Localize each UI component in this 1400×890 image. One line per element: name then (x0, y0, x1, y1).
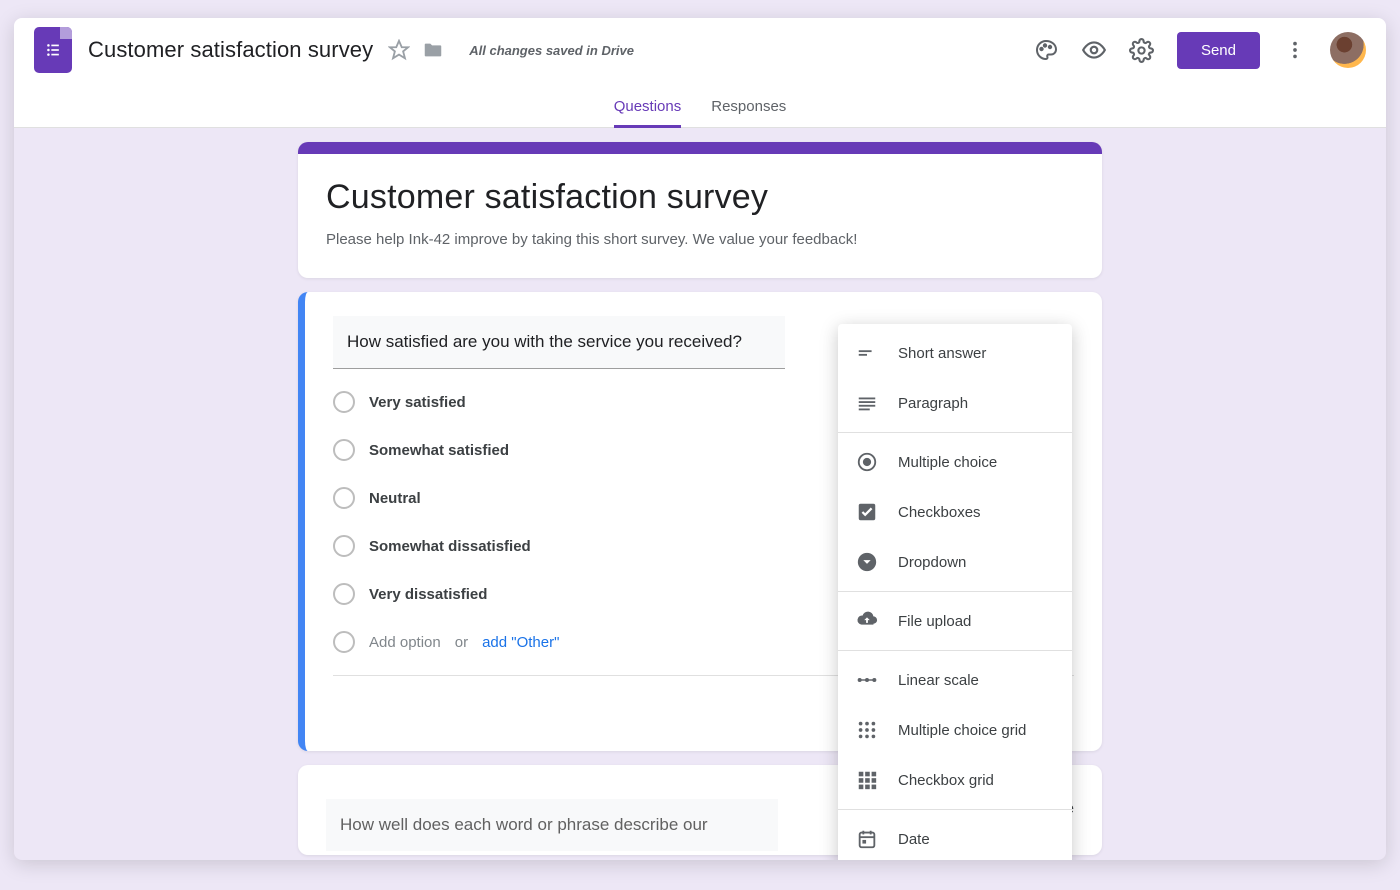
menu-item-dropdown[interactable]: Dropdown (838, 537, 1072, 587)
save-status: All changes saved in Drive (469, 43, 634, 58)
question-type-menu: Short answer Paragraph Multiple choice (838, 324, 1072, 860)
radio-icon (333, 535, 355, 557)
cb-grid-icon (856, 769, 878, 791)
form-header-card[interactable]: Customer satisfaction survey Please help… (298, 142, 1102, 278)
menu-item-cb-grid[interactable]: Checkbox grid (838, 755, 1072, 805)
option-label[interactable]: Somewhat satisfied (369, 442, 509, 459)
add-other-link[interactable]: add "Other" (482, 634, 559, 651)
tabs: Questions Responses (14, 82, 1386, 128)
dropdown-icon (856, 551, 878, 573)
menu-item-label: File upload (898, 613, 971, 630)
or-text: or (455, 634, 468, 651)
settings-icon[interactable] (1129, 37, 1155, 63)
top-bar: Customer satisfaction survey All changes… (14, 18, 1386, 128)
more-icon[interactable] (1282, 37, 1308, 63)
workspace: Customer satisfaction survey Please help… (14, 128, 1386, 860)
menu-item-checkboxes[interactable]: Checkboxes (838, 487, 1072, 537)
menu-item-linear-scale[interactable]: Linear scale (838, 655, 1072, 705)
add-option-text[interactable]: Add option (369, 634, 441, 651)
menu-item-label: Short answer (898, 345, 986, 362)
menu-item-multiple-choice[interactable]: Multiple choice (838, 437, 1072, 487)
avatar[interactable] (1330, 32, 1366, 68)
palette-icon[interactable] (1033, 37, 1059, 63)
multiple-choice-icon (856, 451, 878, 473)
question-input[interactable]: How well does each word or phrase descri… (326, 799, 778, 851)
menu-item-date[interactable]: Date (838, 814, 1072, 860)
send-button[interactable]: Send (1177, 32, 1260, 69)
star-icon[interactable] (387, 38, 411, 62)
menu-item-short-answer[interactable]: Short answer (838, 328, 1072, 378)
checkboxes-icon (856, 501, 878, 523)
radio-icon (333, 583, 355, 605)
forms-logo-icon[interactable] (34, 27, 72, 73)
menu-item-label: Dropdown (898, 554, 966, 571)
paragraph-icon (856, 392, 878, 414)
option-label[interactable]: Very dissatisfied (369, 586, 487, 603)
menu-item-mc-grid[interactable]: Multiple choice grid (838, 705, 1072, 755)
option-label[interactable]: Very satisfied (369, 394, 466, 411)
radio-icon (333, 487, 355, 509)
form-description[interactable]: Please help Ink-42 improve by taking thi… (326, 231, 1074, 248)
menu-item-label: Checkbox grid (898, 772, 994, 789)
preview-icon[interactable] (1081, 37, 1107, 63)
document-title[interactable]: Customer satisfaction survey (88, 37, 373, 63)
folder-icon[interactable] (421, 38, 445, 62)
radio-icon (333, 391, 355, 413)
question-input[interactable] (347, 332, 771, 352)
radio-icon (333, 439, 355, 461)
menu-item-label: Paragraph (898, 395, 968, 412)
short-answer-icon (856, 342, 878, 364)
file-upload-icon (856, 610, 878, 632)
linear-scale-icon (856, 669, 878, 691)
menu-item-label: Linear scale (898, 672, 979, 689)
tab-questions[interactable]: Questions (614, 98, 682, 128)
tab-responses[interactable]: Responses (711, 98, 786, 128)
mc-grid-icon (856, 719, 878, 741)
menu-item-file-upload[interactable]: File upload (838, 596, 1072, 646)
option-label[interactable]: Somewhat dissatisfied (369, 538, 531, 555)
menu-item-paragraph[interactable]: Paragraph (838, 378, 1072, 428)
radio-icon (333, 631, 355, 653)
option-label[interactable]: Neutral (369, 490, 421, 507)
question-input-wrap[interactable] (333, 316, 785, 369)
menu-item-label: Date (898, 831, 930, 848)
menu-item-label: Multiple choice (898, 454, 997, 471)
date-icon (856, 828, 878, 850)
menu-item-label: Checkboxes (898, 504, 981, 521)
menu-item-label: Multiple choice grid (898, 722, 1026, 739)
form-title[interactable]: Customer satisfaction survey (326, 178, 1074, 217)
